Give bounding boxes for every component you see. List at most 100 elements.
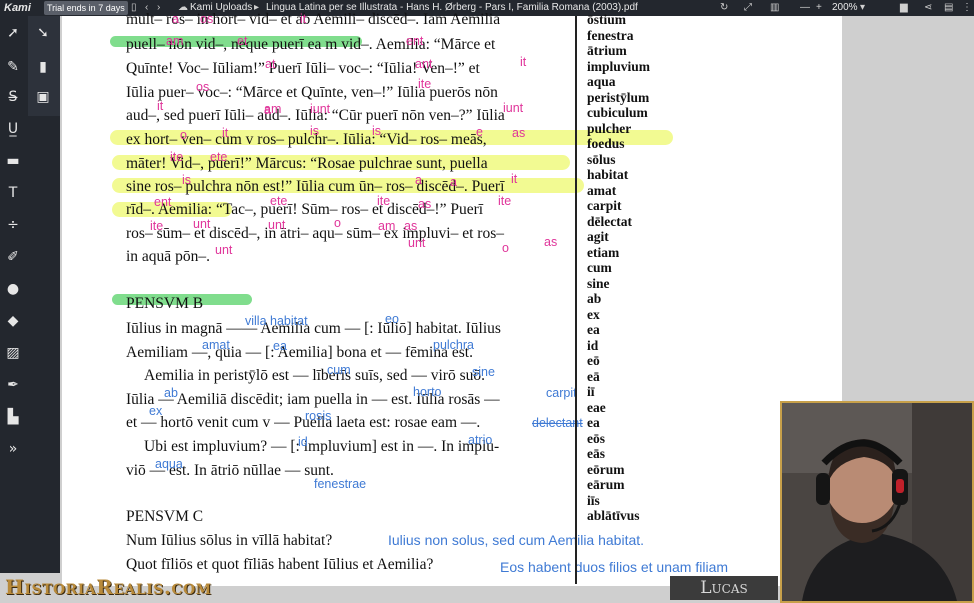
dictionary-icon[interactable]: ▮ [32, 56, 54, 78]
ink-annotation[interactable]: atrio [468, 434, 492, 447]
share-icon[interactable]: ⋖ [924, 0, 932, 16]
ink-annotation[interactable]: is [310, 125, 319, 138]
vocab-item: ab [587, 291, 602, 306]
select-tool-icon[interactable]: ➚ [2, 22, 24, 44]
ink-annotation[interactable]: rosis [305, 410, 331, 423]
text-icon[interactable]: T [2, 182, 24, 204]
ink-annotation[interactable]: unt [408, 237, 425, 250]
ink-annotation[interactable]: unt [193, 218, 210, 231]
ink-annotation[interactable]: ite [418, 78, 431, 91]
text-line: in aquā pōn‒. [126, 248, 210, 265]
ink-annotation[interactable]: ite [150, 220, 163, 233]
vocab-item: aqua [587, 74, 616, 89]
text-answer[interactable]: Iulius non solus, sed cum Aemilia habita… [388, 533, 644, 547]
ink-annotation[interactable]: a [450, 176, 457, 189]
ink-annotation[interactable]: as [512, 127, 525, 140]
ink-annotation[interactable]: ite [170, 151, 183, 164]
ink-annotation[interactable]: fenestrae [314, 478, 366, 491]
drawing-brush-icon[interactable]: ✐ [2, 246, 24, 268]
section-heading: PENSVM C [126, 508, 204, 525]
ink-annotation[interactable]: as [544, 236, 557, 249]
folder-icon[interactable]: ▆ [900, 0, 908, 16]
fit-icon[interactable]: ⤢ [744, 0, 752, 16]
ink-annotation[interactable]: is [372, 125, 381, 138]
ink-annotation[interactable]: iunt [503, 102, 523, 115]
strikethrough-icon[interactable]: S̶ [2, 86, 24, 108]
ink-annotation[interactable]: it [300, 13, 306, 26]
ink-annotation[interactable]: e [476, 126, 483, 139]
ink-annotation[interactable]: et [237, 35, 247, 48]
vocab-list: ōstium fenestra ātrium impluvium aqua pe… [587, 12, 650, 524]
ink-annotation[interactable]: sine [472, 366, 495, 379]
ink-annotation[interactable]: cum [327, 364, 351, 377]
text-line: Aemiliam —, quia — [: Aemilia] bona et —… [126, 344, 473, 361]
ink-annotation[interactable]: ete [210, 151, 227, 164]
ink-annotation[interactable]: eo [385, 313, 399, 326]
ink-annotation[interactable]: a [172, 13, 179, 26]
zoom-out-icon[interactable]: — [800, 0, 810, 16]
text-line: Aemilia in peristӯlō est — līberīs suīs,… [144, 367, 485, 384]
ink-annotation[interactable]: a [415, 174, 422, 187]
ink-annotation[interactable]: is [182, 174, 191, 187]
ocr-icon[interactable]: ▣ [32, 86, 54, 108]
ink-annotation[interactable]: o [334, 217, 341, 230]
custom-tool-icon[interactable]: ▙ [2, 406, 24, 428]
vocab-item: eōrum [587, 461, 625, 477]
vocab-item: sine [587, 275, 610, 291]
ink-annotation[interactable]: at [265, 58, 275, 71]
ink-annotation[interactable]: os [200, 13, 213, 26]
eraser-icon[interactable]: ◆ [2, 310, 24, 332]
ink-annotation[interactable]: villa habitat [245, 315, 308, 328]
expand-more-icon[interactable]: » [2, 438, 24, 460]
ink-annotation[interactable]: it [222, 127, 228, 140]
vocab-item: peristӯlum [587, 89, 650, 105]
ink-annotation[interactable]: aqua [155, 458, 183, 471]
markup-pen-icon[interactable]: ✎ [2, 56, 24, 78]
ink-annotation[interactable]: id [298, 436, 308, 449]
select-arrow-icon[interactable]: ➘ [32, 22, 54, 44]
ink-annotation[interactable]: ete [270, 195, 287, 208]
zoom-dropdown-icon[interactable]: ▾ [860, 0, 865, 16]
ink-annotation[interactable]: it [511, 173, 517, 186]
vocab-item: carpit [587, 198, 622, 213]
zoom-level[interactable]: 200% [832, 0, 858, 16]
zoom-in-icon[interactable]: + [816, 0, 822, 16]
ink-annotation[interactable]: o [502, 242, 509, 255]
print-icon[interactable]: ▤ [944, 0, 953, 16]
ink-annotation[interactable]: horto [413, 386, 442, 399]
ink-annotation[interactable]: unt [215, 244, 232, 257]
vocab-item: ea [587, 415, 600, 430]
ink-annotation[interactable]: ea [273, 340, 287, 353]
ink-annotation[interactable]: it [520, 56, 526, 69]
ink-annotation[interactable]: pulchra [433, 339, 474, 352]
ink-annotation[interactable]: ex [149, 405, 162, 418]
more-icon[interactable]: ⋮ [962, 0, 972, 16]
ink-annotation[interactable]: as [418, 198, 431, 211]
ink-annotation[interactable]: iunt [310, 103, 330, 116]
ink-annotation[interactable]: ent [406, 35, 423, 48]
ink-annotation[interactable]: ite [377, 195, 390, 208]
trial-badge[interactable]: Trial ends in 7 days [44, 1, 128, 15]
ink-annotation[interactable]: o [180, 129, 187, 142]
signature-icon[interactable]: ✒ [2, 374, 24, 396]
vocab-item: eārum [587, 477, 625, 492]
layout-icon[interactable]: ▥ [770, 0, 779, 16]
ink-annotation[interactable]: ant [415, 58, 432, 71]
ink-annotation[interactable]: amat [202, 339, 230, 352]
image-icon[interactable]: ▨ [2, 342, 24, 364]
ink-annotation[interactable]: ent [154, 196, 171, 209]
equation-icon[interactable]: ÷ [2, 214, 24, 236]
comment-icon[interactable]: ▬ [2, 150, 24, 172]
tool-sidebar: ➚ ➘ ✎ ▮ S̶ ▣ U̲ ▬ T ÷ ✐ ● ◆ ▨ ✒ ▙ » [0, 16, 60, 573]
underline-icon[interactable]: U̲ [2, 118, 24, 140]
ink-annotation[interactable]: carpit [546, 387, 577, 400]
ink-annotation[interactable]: ab [164, 387, 178, 400]
ink-annotation[interactable]: os [196, 81, 209, 94]
ink-annotation[interactable]: it [157, 100, 163, 113]
ink-annotation[interactable]: am [166, 35, 183, 48]
shapes-icon[interactable]: ● [2, 278, 24, 300]
section-heading: PENSVM B [126, 295, 204, 312]
ink-annotation[interactable]: am [378, 220, 395, 233]
ink-annotation[interactable]: ite [498, 195, 511, 208]
rotate-icon[interactable]: ↻ [720, 0, 728, 16]
